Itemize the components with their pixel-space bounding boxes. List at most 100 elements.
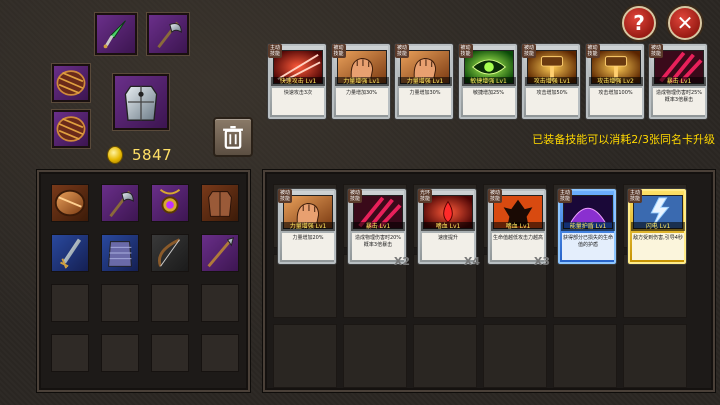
gold-coin-icon	[107, 146, 123, 164]
inventory-item-slot[interactable]	[101, 184, 139, 222]
skill-slot[interactable]	[623, 324, 687, 388]
skill-description: 敏捷增加25%	[462, 88, 515, 115]
inventory-empty-slot[interactable]	[51, 284, 89, 322]
close-icon: ✕	[676, 11, 694, 35]
equipped-skill-card[interactable]: 被动 技能力量增强 Lv1 力量增加30%	[394, 43, 454, 120]
skill-description: 攻击增加100%	[589, 88, 642, 115]
skill-type-tag: 被动 技能	[348, 189, 362, 203]
help-label: ?	[633, 11, 645, 35]
inventory-empty-slot[interactable]	[151, 334, 189, 372]
skill-name: 嗜血 Lv1	[421, 222, 475, 231]
skill-type-tag: 被动 技能	[488, 189, 502, 203]
equipped-skill-card[interactable]: 被动 技能敏捷增强 Lv1 敏捷增加25%	[457, 43, 518, 120]
chainmail-icon	[108, 241, 132, 267]
inventory-item-slot[interactable]	[201, 234, 239, 272]
equipped-skill-card[interactable]: 被动 技能 力量增强 Lv1 力量增加30%	[330, 43, 391, 120]
skill-type-tag: 主动 技能	[628, 189, 642, 203]
inventory-item-slot[interactable]	[51, 184, 89, 222]
card-count: X2	[393, 255, 410, 268]
green-dagger-icon	[103, 20, 126, 49]
help-button[interactable]: ?	[622, 6, 656, 40]
owned-skill-card[interactable]: 光环 技能 嗜血 Lv1 速度提升 X4	[417, 188, 480, 268]
equip-slot-offhand[interactable]	[147, 13, 189, 55]
skill-type-tag: 被动 技能	[585, 44, 600, 58]
battle-axe-icon	[157, 21, 182, 49]
skill-description: 获得部分已损失的生命值的护盾	[562, 233, 614, 260]
owned-skill-card[interactable]: 被动 技能 嗜血 Lv1 生命值越低攻击力越高 X3	[487, 188, 550, 268]
skill-slot[interactable]	[483, 324, 547, 388]
owned-skill-card[interactable]: 主动 技能 能量护盾 Lv1 获得部分已损失的生命值的护盾	[557, 188, 617, 265]
inventory-empty-slot[interactable]	[101, 284, 139, 322]
trash-icon	[223, 125, 243, 149]
card-count: X3	[533, 255, 550, 268]
skill-type-tag: 被动 技能	[649, 44, 663, 58]
skill-slot[interactable]	[273, 324, 337, 388]
owned-skill-card[interactable]: 被动 技能力量增强 Lv1 力量增加20%	[277, 188, 337, 265]
inventory-item-slot[interactable]	[101, 234, 139, 272]
equip-slot-ring-1[interactable]	[52, 64, 90, 102]
skill-name: 力量增强 Lv1	[398, 77, 452, 86]
inventory-item-slot[interactable]	[151, 184, 189, 222]
upgrade-hint: 已装备技能可以消耗2/3张同名卡升级	[500, 131, 715, 147]
skill-type-tag: 被动 技能	[458, 44, 473, 58]
skill-type-tag: 主动 技能	[558, 189, 572, 203]
skill-name: 力量增强 Lv1	[334, 77, 389, 86]
skill-name: 嗜血 Lv1	[491, 222, 545, 231]
skill-slot[interactable]	[343, 324, 407, 388]
striped-shield-icon	[56, 70, 86, 96]
inventory-empty-slot[interactable]	[201, 334, 239, 372]
close-button[interactable]: ✕	[668, 6, 702, 40]
skill-name: 闪电 Lv1	[631, 222, 685, 231]
skill-name: 力量增强 Lv1	[281, 222, 335, 231]
bow-icon	[158, 238, 181, 267]
battle-axe-icon	[109, 190, 134, 218]
skill-description: 力量增加30%	[399, 88, 451, 115]
equipped-skill-card[interactable]: 主动 技能 快速攻击 Lv1 快速攻击3次	[267, 43, 327, 120]
skill-type-tag: 被动 技能	[395, 44, 409, 58]
inventory-empty-slot[interactable]	[151, 284, 189, 322]
skill-type-tag: 被动 技能	[522, 44, 536, 58]
hint-prefix: 已装备技能可以消耗	[532, 133, 632, 146]
inventory-empty-slot[interactable]	[201, 284, 239, 322]
gold-display: 5847	[107, 145, 172, 165]
gold-amount: 5847	[132, 146, 173, 164]
owned-skill-card[interactable]: 被动 技能 暴击 Lv1 造成物理伤害时20%概率3倍暴击 X2	[347, 188, 410, 268]
skill-description: 攻击增加50%	[526, 88, 578, 115]
equip-slot-weapon[interactable]	[95, 13, 137, 55]
skill-description: 力量增加20%	[282, 233, 334, 260]
spear-icon	[207, 237, 234, 268]
amulet-icon	[159, 188, 181, 214]
inventory-item-slot[interactable]	[201, 184, 239, 222]
inventory-empty-slot[interactable]	[101, 334, 139, 372]
equipped-skill-card[interactable]: 被动 技能 暴击 Lv1 造成物理伤害时25%概率3倍暴击	[648, 43, 708, 120]
equip-slot-ring-2[interactable]	[52, 110, 90, 148]
skill-description: 敌方受到伤害,引导4秒	[632, 233, 684, 260]
blue-sword-icon	[60, 238, 82, 269]
equipped-skill-card[interactable]: 被动 技能攻击增强 Lv2 攻击增加100%	[584, 43, 645, 120]
skill-description: 力量增加30%	[335, 88, 388, 115]
owned-skill-card[interactable]: 主动 技能闪电 Lv1 敌方受到伤害,引导4秒	[627, 188, 687, 265]
skill-name: 暴击 Lv1	[652, 77, 706, 86]
plate-armor-icon	[208, 191, 232, 217]
skill-name: 攻击增强 Lv2	[588, 77, 643, 86]
skill-type-tag: 被动 技能	[278, 189, 292, 203]
inventory-item-slot[interactable]	[151, 234, 189, 272]
plate-armor-icon	[124, 85, 158, 121]
hint-fraction: 2/3	[631, 133, 649, 146]
discard-button[interactable]	[213, 117, 253, 157]
card-count: X4	[463, 255, 480, 268]
skill-slot[interactable]	[553, 324, 617, 388]
striped-shield-icon	[56, 116, 86, 142]
orange-shield-icon	[54, 189, 86, 217]
equipped-skill-card[interactable]: 被动 技能攻击增强 Lv1 攻击增加50%	[521, 43, 581, 120]
skill-slot[interactable]	[413, 324, 477, 388]
hint-suffix: 张同名卡升级	[649, 133, 715, 146]
skill-name: 暴击 Lv1	[351, 222, 405, 231]
skill-name: 攻击增强 Lv1	[525, 77, 579, 86]
equip-slot-armor[interactable]	[113, 74, 169, 130]
inventory-empty-slot[interactable]	[51, 334, 89, 372]
inventory-item-slot[interactable]	[51, 234, 89, 272]
skill-name: 快速攻击 Lv1	[271, 77, 325, 86]
skill-type-tag: 主动 技能	[268, 44, 282, 58]
skill-name: 敏捷增强 Lv1	[461, 77, 516, 86]
